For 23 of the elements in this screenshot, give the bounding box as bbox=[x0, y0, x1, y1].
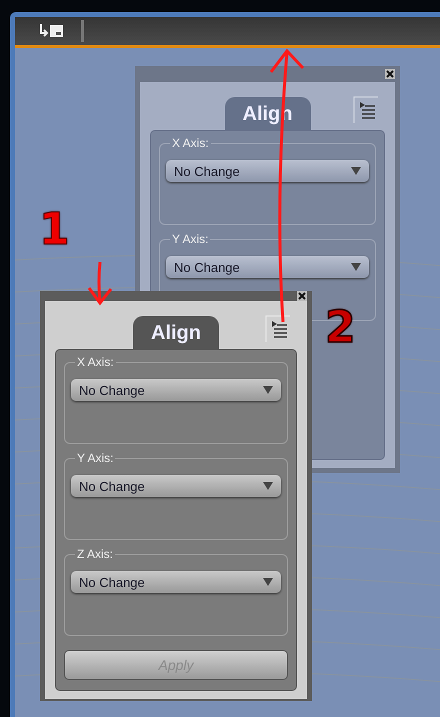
annotation-number: 2 bbox=[325, 306, 356, 350]
close-icon[interactable] bbox=[385, 69, 395, 79]
axis-dropdown[interactable]: No Change bbox=[166, 256, 369, 278]
dropdown-arrow-icon[interactable] bbox=[263, 482, 273, 490]
close-icon[interactable] bbox=[297, 291, 307, 301]
axis-label: Y Axis: bbox=[170, 232, 210, 246]
panel-tab[interactable]: Align bbox=[133, 316, 219, 349]
axis-label: Y Axis: bbox=[75, 451, 116, 465]
axis-label: X Axis: bbox=[75, 355, 116, 369]
menu-icon[interactable] bbox=[265, 315, 293, 343]
annotation-arrow bbox=[85, 260, 115, 306]
axis-dropdown[interactable]: No Change bbox=[71, 571, 281, 593]
axis-dropdown[interactable]: No Change bbox=[71, 475, 281, 497]
axis-label: X Axis: bbox=[170, 136, 211, 150]
dropdown-arrow-icon[interactable] bbox=[263, 386, 273, 394]
dropdown-arrow-icon[interactable] bbox=[351, 263, 361, 271]
menu-icon[interactable] bbox=[353, 96, 381, 124]
axis-label: Z Axis: bbox=[75, 547, 116, 561]
axis-dropdown[interactable]: No Change bbox=[166, 160, 369, 182]
annotation-number: 1 bbox=[39, 208, 70, 252]
axis-dropdown[interactable]: No Change bbox=[71, 379, 281, 401]
dropdown-arrow-icon[interactable] bbox=[263, 578, 273, 586]
dropdown-arrow-icon[interactable] bbox=[351, 167, 361, 175]
